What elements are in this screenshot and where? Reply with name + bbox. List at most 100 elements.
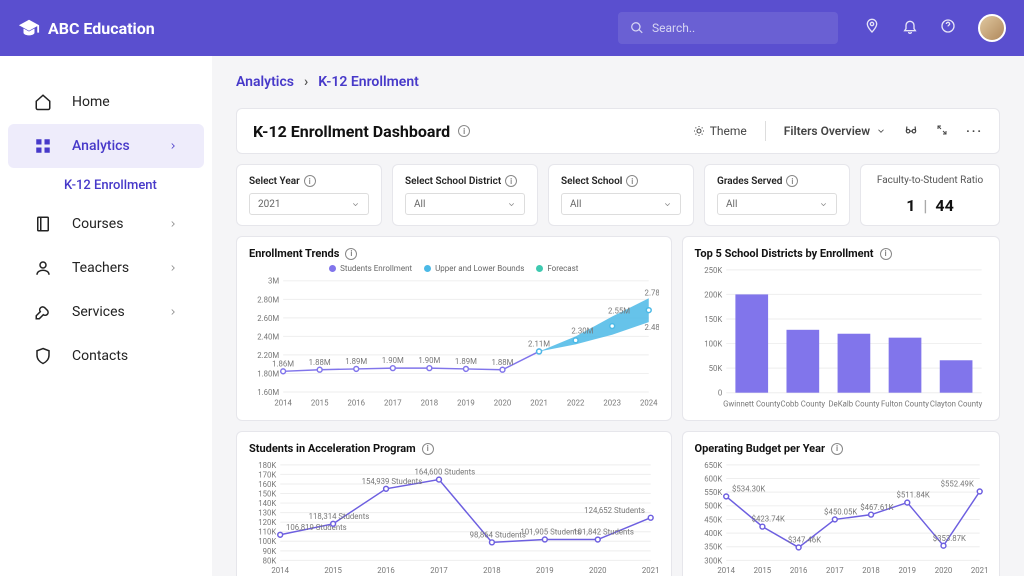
svg-text:2019: 2019 bbox=[898, 566, 916, 575]
chevron-right-icon: › bbox=[304, 74, 308, 90]
bell-icon[interactable] bbox=[902, 18, 918, 38]
svg-text:250K: 250K bbox=[704, 266, 722, 275]
chart-acceleration: Students in Acceleration Programi 80K90K… bbox=[236, 431, 672, 576]
svg-text:0: 0 bbox=[717, 389, 721, 398]
glasses-icon[interactable] bbox=[904, 123, 918, 140]
info-icon[interactable]: i bbox=[626, 175, 638, 187]
svg-text:2024: 2024 bbox=[640, 399, 658, 408]
svg-text:450K: 450K bbox=[704, 516, 722, 525]
svg-text:90K: 90K bbox=[263, 547, 277, 556]
shield-icon bbox=[34, 347, 52, 365]
svg-text:Clayton County: Clayton County bbox=[929, 399, 982, 408]
svg-text:2.11M: 2.11M bbox=[528, 340, 550, 349]
sidebar-item-services[interactable]: Services bbox=[8, 290, 204, 334]
book-icon bbox=[34, 215, 52, 233]
svg-text:500K: 500K bbox=[704, 502, 722, 511]
home-icon bbox=[34, 93, 52, 111]
nav-label: Contacts bbox=[72, 348, 128, 364]
info-icon[interactable]: i bbox=[505, 175, 517, 187]
sidebar-item-analytics[interactable]: Analytics bbox=[8, 124, 204, 168]
user-icon bbox=[34, 259, 52, 277]
svg-text:DeKalb County: DeKalb County bbox=[828, 399, 879, 408]
info-icon[interactable]: i bbox=[345, 248, 357, 260]
svg-text:2015: 2015 bbox=[324, 566, 342, 575]
filter-district: Select School Districti All bbox=[392, 164, 538, 226]
crumb-analytics[interactable]: Analytics bbox=[236, 74, 294, 90]
school-select[interactable]: All bbox=[561, 193, 681, 215]
nav-label: Teachers bbox=[72, 260, 129, 276]
svg-text:1.80M: 1.80M bbox=[257, 369, 279, 378]
chart-enrollment-trends: Enrollment Trendsi Students Enrollment U… bbox=[236, 236, 672, 421]
svg-text:2021: 2021 bbox=[970, 566, 987, 575]
ratio-card: Faculty-to-Student Ratio 1|44 bbox=[860, 164, 1000, 226]
svg-text:160K: 160K bbox=[258, 480, 276, 489]
svg-text:101,905 Students: 101,905 Students bbox=[520, 528, 581, 537]
avatar[interactable] bbox=[978, 14, 1006, 42]
svg-text:2020: 2020 bbox=[589, 566, 607, 575]
svg-text:118,314 Students: 118,314 Students bbox=[309, 512, 370, 521]
more-icon[interactable]: ··· bbox=[966, 124, 983, 138]
svg-text:2020: 2020 bbox=[494, 399, 512, 408]
wrench-icon bbox=[34, 303, 52, 321]
svg-text:$511.84K: $511.84K bbox=[896, 491, 929, 500]
svg-text:650K: 650K bbox=[704, 461, 722, 470]
sidebar-item-contacts[interactable]: Contacts bbox=[8, 334, 204, 378]
svg-text:2017: 2017 bbox=[826, 566, 844, 575]
info-icon[interactable]: i bbox=[422, 443, 434, 455]
filters-overview-button[interactable]: Filters Overview bbox=[784, 124, 886, 138]
svg-text:110K: 110K bbox=[258, 528, 276, 537]
filter-school: Select Schooli All bbox=[548, 164, 694, 226]
svg-text:350K: 350K bbox=[704, 543, 722, 552]
sidebar-item-home[interactable]: Home bbox=[8, 80, 204, 124]
search-box[interactable] bbox=[618, 12, 838, 44]
location-icon[interactable] bbox=[864, 18, 880, 38]
svg-text:Fulton County: Fulton County bbox=[881, 399, 929, 408]
info-icon[interactable]: i bbox=[458, 125, 470, 137]
nav-label: Courses bbox=[72, 216, 123, 232]
svg-text:2017: 2017 bbox=[384, 399, 402, 408]
graduation-cap-icon bbox=[18, 17, 40, 39]
search-icon bbox=[630, 21, 644, 35]
chevron-down-icon bbox=[819, 200, 828, 209]
svg-text:1.86M: 1.86M bbox=[272, 359, 294, 368]
svg-text:130K: 130K bbox=[258, 509, 276, 518]
chevron-right-icon bbox=[168, 219, 178, 229]
info-icon[interactable]: i bbox=[880, 248, 892, 260]
svg-text:180K: 180K bbox=[258, 461, 276, 470]
chevron-down-icon bbox=[663, 200, 672, 209]
info-icon[interactable]: i bbox=[786, 175, 798, 187]
main-content: Analytics › K-12 Enrollment K-12 Enrollm… bbox=[212, 56, 1024, 576]
svg-text:2.30M: 2.30M bbox=[571, 326, 593, 335]
search-input[interactable] bbox=[652, 21, 826, 35]
info-icon[interactable]: i bbox=[831, 443, 843, 455]
svg-text:2016: 2016 bbox=[347, 399, 365, 408]
year-select[interactable]: 2021 bbox=[249, 193, 369, 215]
district-select[interactable]: All bbox=[405, 193, 525, 215]
chevron-right-icon bbox=[168, 307, 178, 317]
info-icon[interactable]: i bbox=[304, 175, 316, 187]
svg-text:154,939 Students: 154,939 Students bbox=[362, 477, 423, 486]
svg-text:400K: 400K bbox=[704, 529, 722, 538]
svg-text:2015: 2015 bbox=[753, 566, 771, 575]
svg-text:200K: 200K bbox=[704, 290, 722, 299]
help-icon[interactable] bbox=[940, 18, 956, 38]
chevron-down-icon bbox=[351, 200, 360, 209]
sidebar-item-teachers[interactable]: Teachers bbox=[8, 246, 204, 290]
svg-text:2019: 2019 bbox=[536, 566, 554, 575]
svg-text:120K: 120K bbox=[258, 518, 276, 527]
svg-text:3M: 3M bbox=[268, 277, 279, 286]
svg-text:2.80M: 2.80M bbox=[257, 295, 279, 304]
svg-text:2.48M: 2.48M bbox=[645, 323, 659, 332]
svg-text:550K: 550K bbox=[704, 488, 722, 497]
grades-select[interactable]: All bbox=[717, 193, 837, 215]
svg-text:150K: 150K bbox=[704, 315, 722, 324]
expand-icon[interactable] bbox=[936, 124, 948, 139]
crumb-k12[interactable]: K-12 Enrollment bbox=[318, 74, 419, 90]
svg-text:$353.87K: $353.87K bbox=[932, 534, 965, 543]
theme-button[interactable]: Theme bbox=[693, 124, 747, 138]
sidebar-subitem-k12[interactable]: K-12 Enrollment bbox=[0, 168, 212, 202]
svg-text:2014: 2014 bbox=[274, 399, 292, 408]
svg-text:100K: 100K bbox=[704, 339, 722, 348]
svg-text:300K: 300K bbox=[704, 557, 722, 566]
sidebar-item-courses[interactable]: Courses bbox=[8, 202, 204, 246]
